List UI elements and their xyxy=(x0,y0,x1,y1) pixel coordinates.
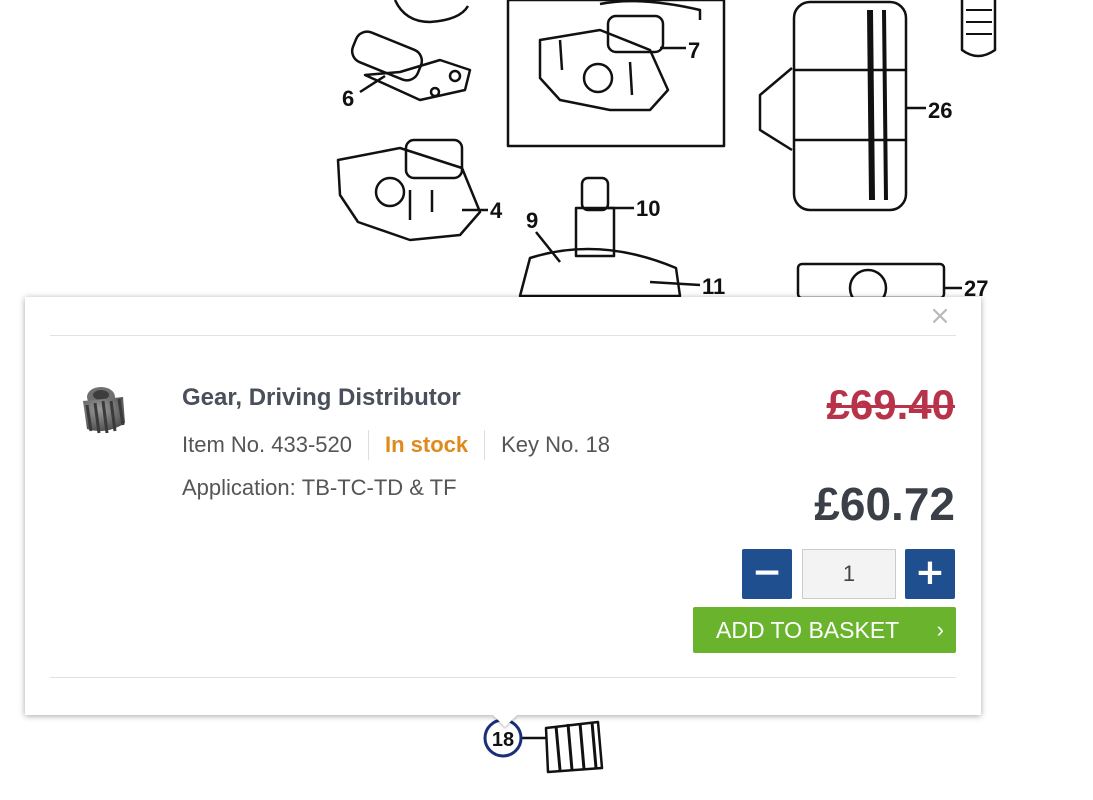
product-popup: × Gear, Driving Distributor Item No. 433… xyxy=(25,297,981,727)
gear-thumbnail-icon[interactable] xyxy=(77,379,133,439)
part-4-shape xyxy=(336,138,482,242)
hotspot-18-label: 18 xyxy=(492,729,514,751)
callout-11: 11 xyxy=(702,274,725,299)
part-7-shape xyxy=(538,0,702,112)
product-meta: Item No. 433-520 In stock Key No. 18 xyxy=(182,430,610,460)
quantity-input[interactable] xyxy=(802,549,896,599)
bottom-divider xyxy=(50,677,956,678)
meta-separator xyxy=(367,430,369,460)
key-number: Key No. 18 xyxy=(501,432,610,457)
add-to-basket-label: ADD TO BASKET xyxy=(716,616,900,643)
callout-10: 10 xyxy=(636,196,660,221)
stock-status-badge: In stock xyxy=(384,432,469,457)
part-26-shape xyxy=(758,0,908,212)
callout-6: 6 xyxy=(342,86,354,111)
product-title[interactable]: Gear, Driving Distributor xyxy=(182,384,461,412)
item-number: Item No. 433-520 xyxy=(182,432,352,457)
chevron-right-icon: › xyxy=(936,617,944,642)
callout-9: 9 xyxy=(526,208,538,233)
application-label: Application: xyxy=(182,475,296,500)
product-application: Application: TB-TC-TD & TF xyxy=(182,475,457,501)
part-6-shape xyxy=(350,30,472,102)
part-18-gear-shape xyxy=(544,720,604,774)
quantity-decrease-button[interactable]: − xyxy=(742,549,792,599)
close-icon[interactable]: × xyxy=(929,303,951,329)
quantity-increase-button[interactable]: + xyxy=(905,549,955,599)
original-price: £69.40 xyxy=(826,381,955,428)
meta-separator xyxy=(484,430,486,460)
callout-7: 7 xyxy=(688,38,700,63)
application-value: TB-TC-TD & TF xyxy=(301,475,457,500)
callout-26: 26 xyxy=(928,98,952,123)
popup-pointer xyxy=(493,715,517,727)
sale-price: £60.72 xyxy=(814,478,955,530)
add-to-basket-button[interactable]: ADD TO BASKET › xyxy=(693,607,956,653)
callout-4: 4 xyxy=(490,198,503,223)
top-divider xyxy=(50,335,956,336)
